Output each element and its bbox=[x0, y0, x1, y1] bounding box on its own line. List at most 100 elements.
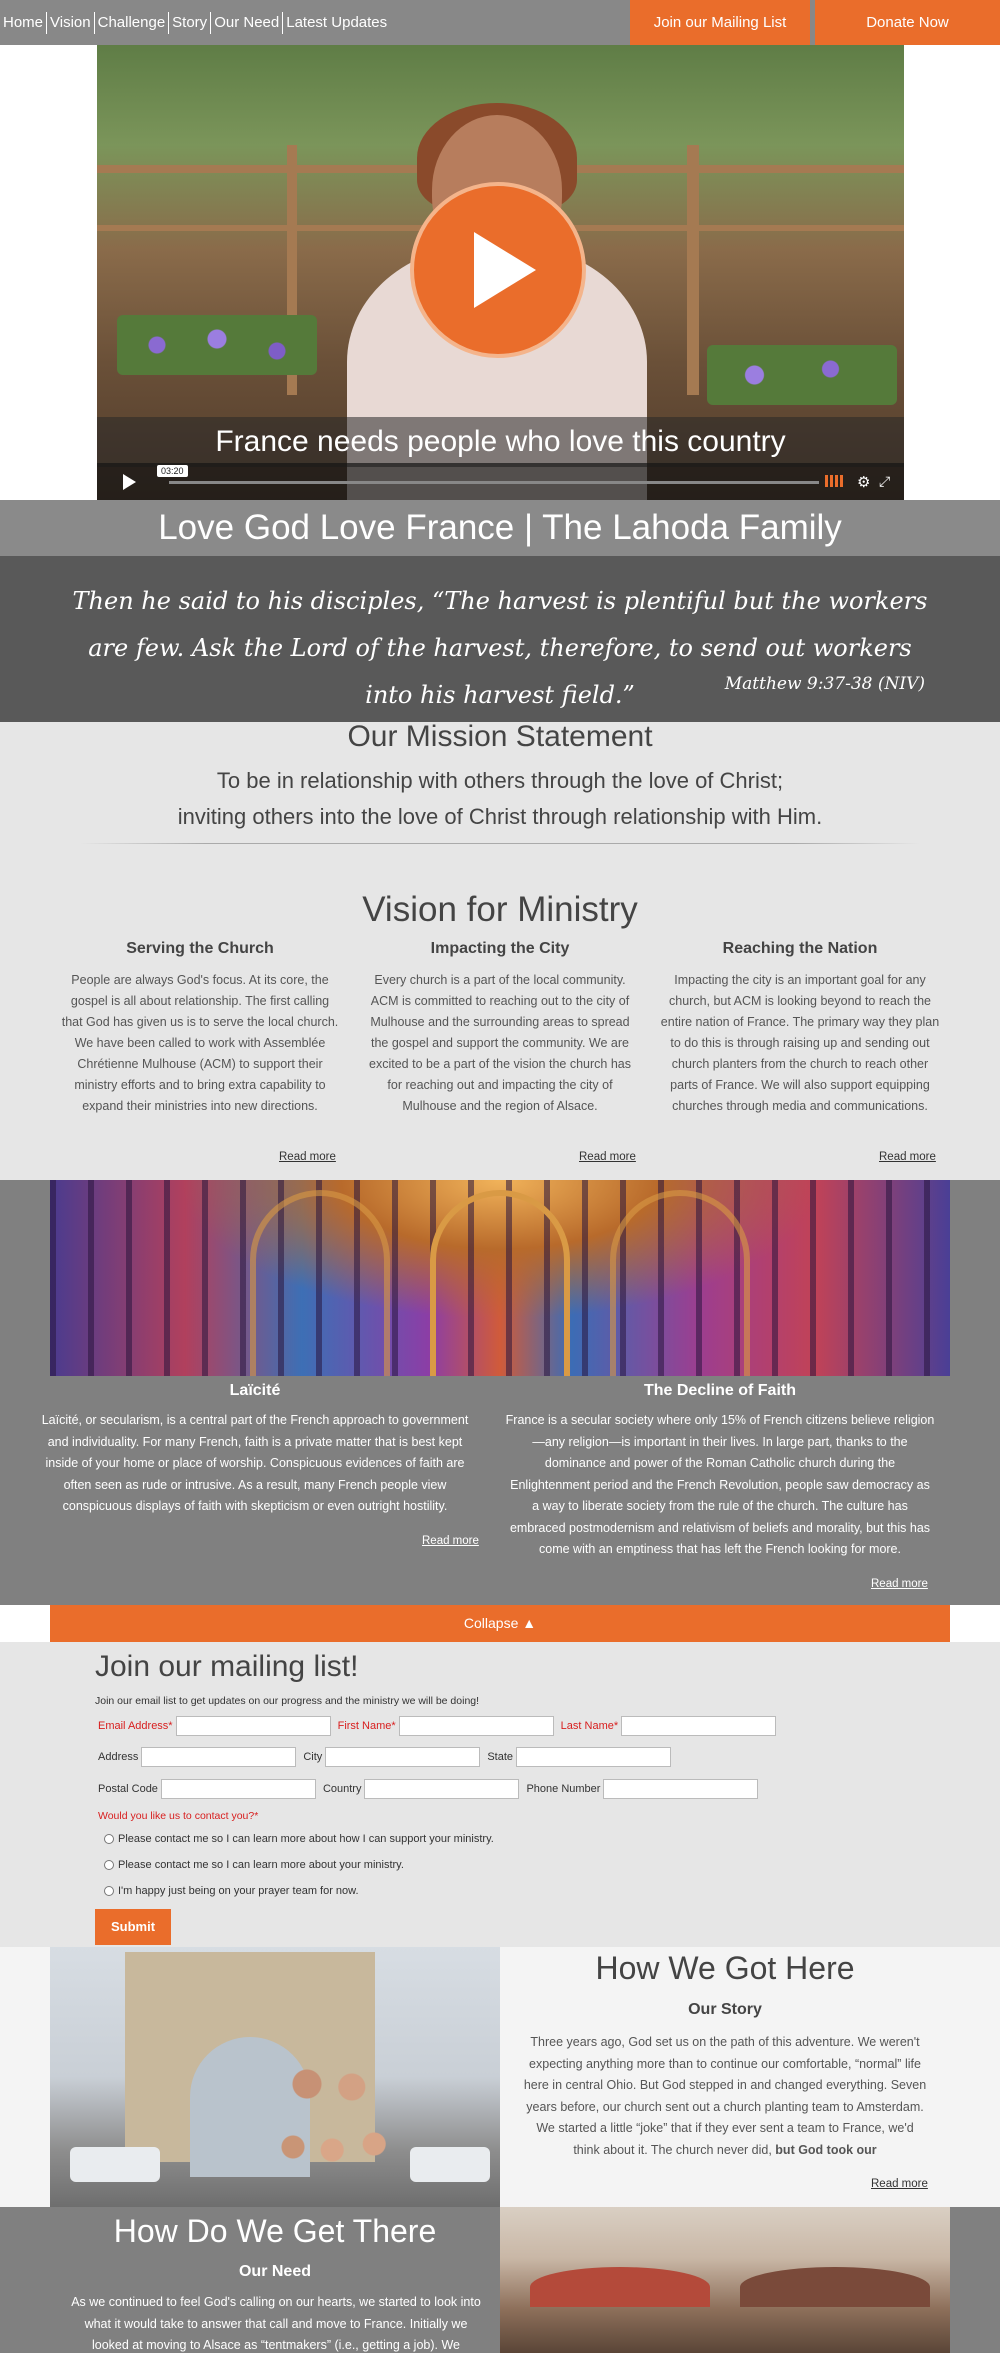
nav-link-latest-updates[interactable]: Latest Updates bbox=[283, 12, 390, 34]
last-name-field[interactable] bbox=[621, 1716, 777, 1736]
read-more-link[interactable]: Read more bbox=[279, 1151, 336, 1163]
city-label: City bbox=[303, 1751, 323, 1763]
country-field[interactable] bbox=[364, 1779, 520, 1799]
car bbox=[70, 2147, 160, 2182]
cathedral-arch bbox=[250, 1190, 390, 1376]
contact-option-support[interactable]: Please contact me so I can learn more ab… bbox=[104, 1833, 494, 1845]
vision-heading: Reaching the Nation bbox=[722, 940, 878, 957]
join-mailing-list-button[interactable]: Join our Mailing List bbox=[630, 0, 810, 45]
mailing-subtitle: Join our email list to get updates on ou… bbox=[95, 1695, 480, 1707]
radio-button[interactable] bbox=[104, 1886, 114, 1896]
vision-column-serving: Serving the Church People are always God… bbox=[60, 940, 340, 1117]
arc-de-triomphe-family-photo bbox=[50, 1947, 500, 2207]
nav-link-home[interactable]: Home bbox=[0, 11, 48, 34]
challenge-column-laicite: Laïcité Laïcité, or secularism, is a cen… bbox=[40, 1382, 470, 1518]
read-more-link[interactable]: Read more bbox=[871, 1578, 928, 1590]
need-subtitle: Our Need bbox=[238, 2263, 311, 2280]
fullscreen-icon[interactable]: ⤢ bbox=[879, 473, 890, 490]
form-row-postal: Postal Code Country Phone Number bbox=[98, 1779, 765, 1799]
nav-link-vision[interactable]: Vision bbox=[47, 11, 95, 34]
market-awning bbox=[530, 2267, 710, 2307]
donate-now-button[interactable]: Donate Now bbox=[815, 0, 1000, 45]
option-label: Please contact me so I can learn more ab… bbox=[118, 1859, 404, 1871]
nav-link-challenge[interactable]: Challenge bbox=[95, 11, 170, 34]
vision-column-reaching: Reaching the Nation Impacting the city i… bbox=[660, 940, 940, 1117]
mailing-title: Join our mailing list! bbox=[95, 1650, 359, 1683]
market-awning bbox=[740, 2267, 930, 2307]
need-text: As we continued to feel God's calling on… bbox=[71, 2295, 481, 2352]
vision-column-impacting: Impacting the City Every church is a par… bbox=[360, 940, 640, 1117]
video-player[interactable]: France needs people who love this countr… bbox=[97, 45, 904, 500]
volume-icon[interactable] bbox=[825, 475, 843, 487]
email-label: Email Address* bbox=[98, 1720, 173, 1732]
country-label: Country bbox=[322, 1783, 362, 1795]
story-text: Three years ago, God set us on the path … bbox=[522, 2032, 928, 2165]
vision-text: People are always God's focus. At its co… bbox=[61, 973, 339, 1113]
need-title: How Do We Get There bbox=[113, 2213, 437, 2249]
cathedral-arch bbox=[430, 1190, 570, 1376]
option-label: Please contact me so I can learn more ab… bbox=[118, 1833, 494, 1845]
play-icon[interactable] bbox=[410, 182, 586, 358]
vision-title: Vision for Ministry bbox=[362, 890, 638, 929]
read-more-link[interactable]: Read more bbox=[579, 1151, 636, 1163]
submit-button[interactable]: Submit bbox=[95, 1909, 171, 1945]
scripture-reference: Matthew 9:37-38 (NIV) bbox=[724, 674, 925, 694]
video-controls: 03:20 ⚙ ⤢ bbox=[97, 463, 904, 500]
contact-option-learn[interactable]: Please contact me so I can learn more ab… bbox=[104, 1859, 404, 1871]
railing-post bbox=[687, 145, 699, 395]
contact-option-prayer[interactable]: I'm happy just being on your prayer team… bbox=[104, 1885, 359, 1897]
flower-box bbox=[707, 345, 897, 405]
story-subtitle: Our Story bbox=[688, 2001, 762, 2018]
scripture-quote: Then he said to his disciples, “The harv… bbox=[72, 587, 928, 709]
video-caption: France needs people who love this countr… bbox=[97, 417, 904, 467]
vision-text: Impacting the city is an important goal … bbox=[660, 973, 940, 1113]
story-title: How We Got Here bbox=[595, 1950, 855, 1986]
vision-text: Every church is a part of the local comm… bbox=[369, 973, 631, 1113]
challenge-column-decline: The Decline of Faith France is a secular… bbox=[505, 1382, 935, 1561]
nav-link-story[interactable]: Story bbox=[169, 11, 212, 34]
flower-box bbox=[117, 315, 317, 375]
read-more-link[interactable]: Read more bbox=[422, 1535, 479, 1547]
collapse-button[interactable]: Collapse ▲ bbox=[50, 1605, 950, 1642]
state-field[interactable] bbox=[516, 1747, 671, 1767]
story-text-plain: Three years ago, God set us on the path … bbox=[523, 2035, 927, 2157]
postal-code-field[interactable] bbox=[160, 1779, 316, 1799]
postal-code-label: Postal Code bbox=[98, 1783, 158, 1795]
control-play-icon[interactable] bbox=[123, 474, 136, 490]
email-field[interactable] bbox=[175, 1716, 331, 1736]
challenge-heading: The Decline of Faith bbox=[643, 1382, 796, 1399]
address-field[interactable] bbox=[141, 1747, 297, 1767]
cathedral-image bbox=[50, 1180, 950, 1376]
settings-gear-icon[interactable]: ⚙ bbox=[857, 473, 870, 491]
read-more-link[interactable]: Read more bbox=[871, 2178, 928, 2190]
state-label: State bbox=[487, 1751, 513, 1763]
mission-title: Our Mission Statement bbox=[347, 720, 653, 753]
form-row-address: Address City State bbox=[98, 1747, 678, 1767]
radio-button[interactable] bbox=[104, 1834, 114, 1844]
mission-line-1: To be in relationship with others throug… bbox=[216, 768, 784, 793]
radio-button[interactable] bbox=[104, 1860, 114, 1870]
nav-link-our-need[interactable]: Our Need bbox=[211, 11, 284, 34]
video-time: 03:20 bbox=[157, 465, 188, 477]
page-title: Love God Love France | The Lahoda Family bbox=[0, 500, 1000, 556]
family-group bbox=[265, 2057, 405, 2207]
video-progress-bar[interactable] bbox=[169, 481, 819, 484]
city-field[interactable] bbox=[325, 1747, 481, 1767]
first-name-label: First Name* bbox=[337, 1720, 396, 1732]
vision-heading: Impacting the City bbox=[430, 940, 570, 957]
read-more-link[interactable]: Read more bbox=[879, 1151, 936, 1163]
challenge-text: Laïcité, or secularism, is a central par… bbox=[41, 1413, 469, 1513]
first-name-field[interactable] bbox=[398, 1716, 554, 1736]
form-row-name: Email Address* First Name* Last Name* bbox=[98, 1716, 783, 1736]
vision-heading: Serving the Church bbox=[126, 940, 274, 957]
last-name-label: Last Name* bbox=[560, 1720, 619, 1732]
market-photo bbox=[500, 2207, 950, 2353]
challenge-text: France is a secular society where only 1… bbox=[505, 1413, 935, 1556]
address-label: Address bbox=[98, 1751, 139, 1763]
phone-label: Phone Number bbox=[526, 1783, 601, 1795]
car bbox=[410, 2147, 490, 2182]
mission-line-2: inviting others into the love of Christ … bbox=[177, 804, 823, 829]
phone-field[interactable] bbox=[603, 1779, 759, 1799]
cathedral-arch bbox=[610, 1190, 750, 1376]
nav-links: Home Vision Challenge Story Our Need Lat… bbox=[0, 0, 390, 45]
